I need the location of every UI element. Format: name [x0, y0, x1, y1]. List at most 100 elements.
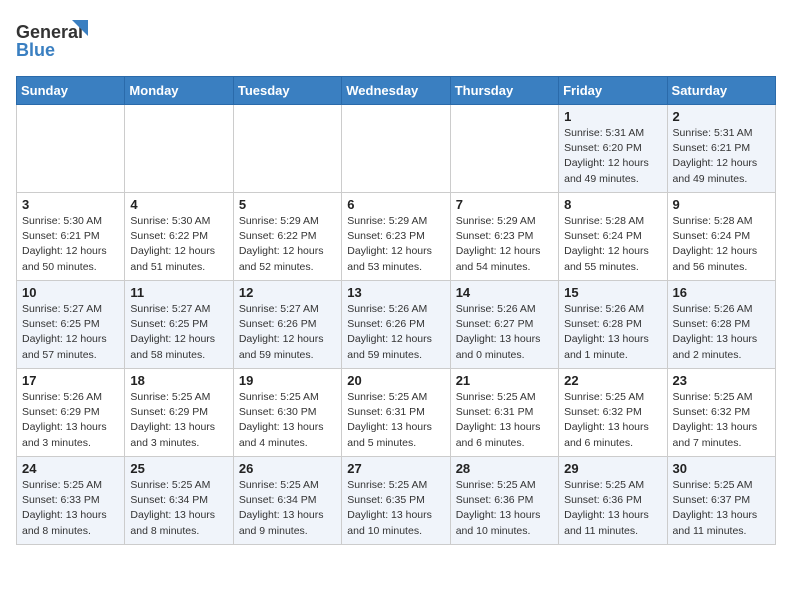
svg-text:General: General: [16, 22, 83, 42]
logo: GeneralBlue: [16, 16, 96, 66]
calendar-cell: 17 Sunrise: 5:26 AMSunset: 6:29 PMDayligh…: [17, 369, 125, 457]
day-info: Sunrise: 5:31 AMSunset: 6:21 PMDaylight:…: [673, 126, 770, 187]
calendar-body: 1 Sunrise: 5:31 AMSunset: 6:20 PMDaylight…: [17, 105, 776, 545]
calendar-cell: 6 Sunrise: 5:29 AMSunset: 6:23 PMDaylight…: [342, 193, 450, 281]
calendar-cell: [17, 105, 125, 193]
day-info: Sunrise: 5:25 AMSunset: 6:37 PMDaylight:…: [673, 478, 770, 539]
day-info: Sunrise: 5:25 AMSunset: 6:35 PMDaylight:…: [347, 478, 444, 539]
header-saturday: Saturday: [667, 77, 775, 105]
day-info: Sunrise: 5:26 AMSunset: 6:29 PMDaylight:…: [22, 390, 119, 451]
day-number: 16: [673, 285, 770, 300]
day-number: 5: [239, 197, 336, 212]
day-info: Sunrise: 5:27 AMSunset: 6:25 PMDaylight:…: [22, 302, 119, 363]
calendar-table: SundayMondayTuesdayWednesdayThursdayFrid…: [16, 76, 776, 545]
calendar-cell: 20Sunrise: 5:25 AMSunset: 6:31 PMDayligh…: [342, 369, 450, 457]
day-info: Sunrise: 5:25 AMSunset: 6:36 PMDaylight:…: [564, 478, 661, 539]
day-number: 9: [673, 197, 770, 212]
calendar-week-row: 24 Sunrise: 5:25 AMSunset: 6:33 PMDayligh…: [17, 457, 776, 545]
day-number: 13: [347, 285, 444, 300]
day-info: Sunrise: 5:29 AMSunset: 6:23 PMDaylight:…: [347, 214, 444, 275]
day-number: 18: [130, 373, 227, 388]
day-info: Sunrise: 5:31 AMSunset: 6:20 PMDaylight:…: [564, 126, 661, 187]
day-number: 7: [456, 197, 553, 212]
day-number: 15: [564, 285, 661, 300]
calendar-header: SundayMondayTuesdayWednesdayThursdayFrid…: [17, 77, 776, 105]
calendar-cell: 9 Sunrise: 5:28 AMSunset: 6:24 PMDaylight…: [667, 193, 775, 281]
svg-text:Blue: Blue: [16, 40, 55, 60]
calendar-cell: 4 Sunrise: 5:30 AMSunset: 6:22 PMDaylight…: [125, 193, 233, 281]
day-info: Sunrise: 5:25 AMSunset: 6:32 PMDaylight:…: [564, 390, 661, 451]
day-number: 4: [130, 197, 227, 212]
day-info: Sunrise: 5:28 AMSunset: 6:24 PMDaylight:…: [564, 214, 661, 275]
calendar-cell: 19Sunrise: 5:25 AMSunset: 6:30 PMDayligh…: [233, 369, 341, 457]
calendar-cell: 18 Sunrise: 5:25 AMSunset: 6:29 PMDayligh…: [125, 369, 233, 457]
calendar-cell: 21Sunrise: 5:25 AMSunset: 6:31 PMDayligh…: [450, 369, 558, 457]
calendar-week-row: 1 Sunrise: 5:31 AMSunset: 6:20 PMDaylight…: [17, 105, 776, 193]
header-monday: Monday: [125, 77, 233, 105]
day-number: 25: [130, 461, 227, 476]
day-number: 27: [347, 461, 444, 476]
day-number: 12: [239, 285, 336, 300]
day-info: Sunrise: 5:25 AMSunset: 6:33 PMDaylight:…: [22, 478, 119, 539]
day-number: 30: [673, 461, 770, 476]
calendar-cell: [125, 105, 233, 193]
calendar-cell: 27 Sunrise: 5:25 AMSunset: 6:35 PMDayligh…: [342, 457, 450, 545]
calendar-cell: 12 Sunrise: 5:27 AMSunset: 6:26 PMDayligh…: [233, 281, 341, 369]
day-info: Sunrise: 5:25 AMSunset: 6:34 PMDaylight:…: [130, 478, 227, 539]
day-number: 23: [673, 373, 770, 388]
day-number: 29: [564, 461, 661, 476]
day-number: 28: [456, 461, 553, 476]
day-number: 11: [130, 285, 227, 300]
calendar-cell: [233, 105, 341, 193]
calendar-cell: 14 Sunrise: 5:26 AMSunset: 6:27 PMDayligh…: [450, 281, 558, 369]
day-number: 20: [347, 373, 444, 388]
day-number: 24: [22, 461, 119, 476]
day-info: Sunrise: 5:26 AMSunset: 6:28 PMDaylight:…: [673, 302, 770, 363]
logo-svg: GeneralBlue: [16, 16, 96, 66]
header-row: SundayMondayTuesdayWednesdayThursdayFrid…: [17, 77, 776, 105]
calendar-cell: [450, 105, 558, 193]
calendar-cell: 2Sunrise: 5:31 AMSunset: 6:21 PMDaylight…: [667, 105, 775, 193]
header-sunday: Sunday: [17, 77, 125, 105]
day-number: 3: [22, 197, 119, 212]
day-info: Sunrise: 5:25 AMSunset: 6:32 PMDaylight:…: [673, 390, 770, 451]
day-info: Sunrise: 5:28 AMSunset: 6:24 PMDaylight:…: [673, 214, 770, 275]
header-friday: Friday: [559, 77, 667, 105]
day-info: Sunrise: 5:26 AMSunset: 6:26 PMDaylight:…: [347, 302, 444, 363]
day-info: Sunrise: 5:25 AMSunset: 6:29 PMDaylight:…: [130, 390, 227, 451]
calendar-cell: 8 Sunrise: 5:28 AMSunset: 6:24 PMDaylight…: [559, 193, 667, 281]
page-header: GeneralBlue: [16, 16, 776, 66]
day-number: 14: [456, 285, 553, 300]
day-info: Sunrise: 5:25 AMSunset: 6:34 PMDaylight:…: [239, 478, 336, 539]
calendar-cell: 16 Sunrise: 5:26 AMSunset: 6:28 PMDayligh…: [667, 281, 775, 369]
day-info: Sunrise: 5:26 AMSunset: 6:28 PMDaylight:…: [564, 302, 661, 363]
day-info: Sunrise: 5:29 AMSunset: 6:22 PMDaylight:…: [239, 214, 336, 275]
calendar-week-row: 3 Sunrise: 5:30 AMSunset: 6:21 PMDaylight…: [17, 193, 776, 281]
day-info: Sunrise: 5:25 AMSunset: 6:36 PMDaylight:…: [456, 478, 553, 539]
day-info: Sunrise: 5:27 AMSunset: 6:26 PMDaylight:…: [239, 302, 336, 363]
day-number: 1: [564, 109, 661, 124]
header-wednesday: Wednesday: [342, 77, 450, 105]
calendar-cell: 30 Sunrise: 5:25 AMSunset: 6:37 PMDayligh…: [667, 457, 775, 545]
calendar-cell: 3 Sunrise: 5:30 AMSunset: 6:21 PMDaylight…: [17, 193, 125, 281]
calendar-cell: 25 Sunrise: 5:25 AMSunset: 6:34 PMDayligh…: [125, 457, 233, 545]
day-info: Sunrise: 5:25 AMSunset: 6:30 PMDaylight:…: [239, 390, 336, 451]
day-info: Sunrise: 5:27 AMSunset: 6:25 PMDaylight:…: [130, 302, 227, 363]
calendar-cell: 7 Sunrise: 5:29 AMSunset: 6:23 PMDaylight…: [450, 193, 558, 281]
day-number: 6: [347, 197, 444, 212]
header-thursday: Thursday: [450, 77, 558, 105]
day-number: 8: [564, 197, 661, 212]
day-info: Sunrise: 5:26 AMSunset: 6:27 PMDaylight:…: [456, 302, 553, 363]
calendar-cell: 28 Sunrise: 5:25 AMSunset: 6:36 PMDayligh…: [450, 457, 558, 545]
day-number: 26: [239, 461, 336, 476]
day-number: 17: [22, 373, 119, 388]
calendar-cell: 24 Sunrise: 5:25 AMSunset: 6:33 PMDayligh…: [17, 457, 125, 545]
calendar-cell: 11 Sunrise: 5:27 AMSunset: 6:25 PMDayligh…: [125, 281, 233, 369]
calendar-cell: 5 Sunrise: 5:29 AMSunset: 6:22 PMDaylight…: [233, 193, 341, 281]
calendar-cell: 15 Sunrise: 5:26 AMSunset: 6:28 PMDayligh…: [559, 281, 667, 369]
calendar-cell: 13 Sunrise: 5:26 AMSunset: 6:26 PMDayligh…: [342, 281, 450, 369]
day-info: Sunrise: 5:25 AMSunset: 6:31 PMDaylight:…: [456, 390, 553, 451]
day-info: Sunrise: 5:30 AMSunset: 6:21 PMDaylight:…: [22, 214, 119, 275]
day-info: Sunrise: 5:30 AMSunset: 6:22 PMDaylight:…: [130, 214, 227, 275]
day-info: Sunrise: 5:29 AMSunset: 6:23 PMDaylight:…: [456, 214, 553, 275]
